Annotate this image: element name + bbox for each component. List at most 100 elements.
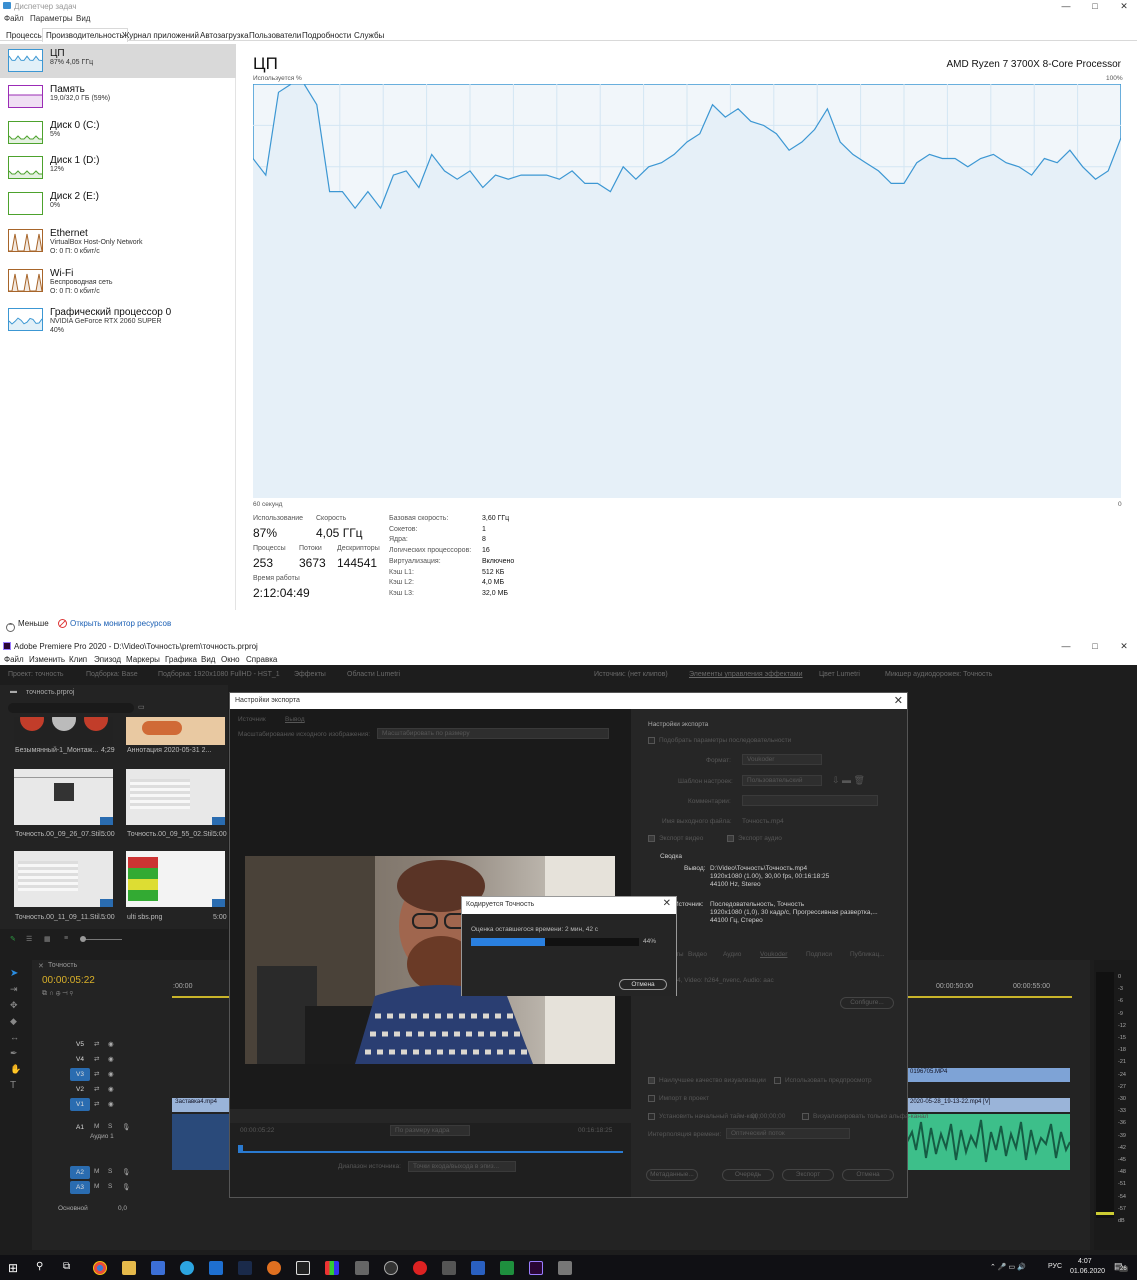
track-mute-icon[interactable]: M xyxy=(94,1183,99,1190)
use-previews-checkbox[interactable] xyxy=(774,1077,781,1084)
max-quality-checkbox[interactable] xyxy=(648,1077,655,1084)
track-select-icon[interactable]: ⇥ xyxy=(10,984,18,995)
app-icon-13[interactable] xyxy=(471,1261,485,1275)
tab-video[interactable]: Видео xyxy=(688,951,707,958)
track-mic-icon[interactable]: 🎙 xyxy=(122,1168,130,1176)
fewer-details-button[interactable]: ⌃ Меньше xyxy=(6,619,49,632)
track-sync-lock-icon[interactable]: ⇄ xyxy=(94,1085,99,1093)
track-target[interactable]: V2 xyxy=(70,1083,90,1096)
track-mic-icon[interactable]: 🎙 xyxy=(122,1123,130,1131)
track-solo-icon[interactable]: S xyxy=(108,1168,112,1175)
tab-source[interactable]: Источник xyxy=(238,716,266,723)
timeline-tab[interactable]: Точность xyxy=(48,962,77,969)
comments-input[interactable] xyxy=(742,795,878,806)
clock-time[interactable]: 4:07 xyxy=(1078,1258,1092,1265)
razor-icon[interactable]: ◆ xyxy=(10,1016,17,1027)
track-mute-icon[interactable]: M xyxy=(94,1123,99,1130)
tray-icons[interactable]: ⌃ 🎤 ▭ 🔊 xyxy=(990,1263,1026,1271)
track-eye-icon[interactable]: ◉ xyxy=(108,1100,114,1108)
match-sequence-checkbox[interactable] xyxy=(648,737,655,744)
excel-icon[interactable] xyxy=(500,1261,514,1275)
save-app-icon[interactable] xyxy=(151,1261,165,1275)
thumbnail-montage[interactable] xyxy=(14,717,113,745)
playhead[interactable] xyxy=(238,1145,243,1153)
start-timecode-checkbox[interactable] xyxy=(648,1113,655,1120)
tab-effects[interactable]: Эффекты xyxy=(294,671,326,678)
progress-cancel-button[interactable]: Отмена xyxy=(619,979,667,990)
tab-source[interactable]: Источник: (нет клипов) xyxy=(594,671,668,678)
maximize-button[interactable]: □ xyxy=(1081,640,1109,652)
menu-item[interactable]: Эпизод xyxy=(94,655,121,664)
pencil-icon[interactable]: ✎ xyxy=(10,935,16,943)
track-target[interactable]: A2 xyxy=(70,1166,90,1179)
fit-dropdown[interactable]: По размеру кадра xyxy=(390,1125,470,1136)
output-name-link[interactable]: Точность.mp4 xyxy=(742,818,784,825)
scrub-bar[interactable] xyxy=(238,1151,623,1153)
track-sync-lock-icon[interactable]: ⇄ xyxy=(94,1070,99,1078)
file-explorer-icon[interactable] xyxy=(122,1261,136,1275)
video-track-header[interactable]: V4 ⇄ ◉ xyxy=(0,1053,170,1067)
video-track-header[interactable]: V2 ⇄ ◉ xyxy=(0,1083,170,1097)
track-sync-lock-icon[interactable]: ⇄ xyxy=(94,1055,99,1063)
preset-dropdown[interactable]: Пользовательский xyxy=(742,775,822,786)
thumbnail-still-1[interactable] xyxy=(14,769,113,825)
minimize-button[interactable]: — xyxy=(1052,640,1080,652)
app-icon-6[interactable] xyxy=(267,1261,281,1275)
app-icon-10[interactable] xyxy=(384,1261,398,1275)
tab-details[interactable]: Подробности xyxy=(298,28,355,41)
menu-item[interactable]: Справка xyxy=(246,655,277,664)
thumbnail-annotation[interactable] xyxy=(126,717,225,745)
track-sync-lock-icon[interactable]: ⇄ xyxy=(94,1100,99,1108)
audio-clip-a1[interactable] xyxy=(907,1114,1070,1170)
app-icon-7[interactable] xyxy=(296,1261,310,1275)
clip-v3-right[interactable]: 0196705.MP4 xyxy=(907,1068,1070,1082)
calculator-icon[interactable] xyxy=(355,1261,369,1275)
tab-voukoder[interactable]: Voukoder xyxy=(760,951,787,958)
tab-services[interactable]: Службы xyxy=(350,28,388,41)
tab-bin-fullhd[interactable]: Подборка: 1920x1080 FullHD - HST_1 xyxy=(158,671,280,678)
tab-lumetri-color[interactable]: Цвет Lumetri xyxy=(819,671,860,678)
progress-close-icon[interactable]: ✕ xyxy=(663,898,671,909)
resource-item[interactable]: Wi-Fi Беспроводная сеть О: 0 П: 0 кбит/с xyxy=(0,264,236,298)
track-eye-icon[interactable]: ◉ xyxy=(108,1055,114,1063)
open-resource-monitor-link[interactable]: Открыть монитор ресурсов xyxy=(58,619,171,628)
video-track-header[interactable]: V5 ⇄ ◉ xyxy=(0,1038,170,1052)
menu-item[interactable]: Вид xyxy=(201,655,215,664)
track-target[interactable]: V1 xyxy=(70,1098,90,1111)
ripple-edit-icon[interactable]: ✥ xyxy=(10,1000,18,1011)
app-icon-16[interactable] xyxy=(558,1261,572,1275)
list-view-icon[interactable]: ☰ xyxy=(26,935,32,943)
resource-item[interactable]: ЦП 87% 4,05 ГГц xyxy=(0,44,236,78)
chrome-icon[interactable] xyxy=(93,1261,107,1275)
task-view-icon[interactable]: ⧉ xyxy=(63,1261,77,1275)
export-video-checkbox[interactable] xyxy=(648,835,655,842)
start-timecode-value[interactable]: 00;00;00;00 xyxy=(751,1113,785,1120)
track-eye-icon[interactable]: ◉ xyxy=(108,1070,114,1078)
audio-track-header[interactable]: A2 M S 🎙 xyxy=(0,1166,170,1180)
menu-item[interactable]: Клип xyxy=(69,655,87,664)
metadata-button[interactable]: Метаданные... xyxy=(646,1169,698,1181)
scale-dropdown[interactable]: Масштабировать по размеру xyxy=(377,728,609,739)
app-icon-4[interactable] xyxy=(209,1261,223,1275)
menu-view[interactable]: Вид xyxy=(76,14,90,23)
alpha-only-checkbox[interactable] xyxy=(802,1113,809,1120)
premiere-taskbar-icon[interactable] xyxy=(529,1261,543,1275)
track-sync-lock-icon[interactable]: ⇄ xyxy=(94,1040,99,1048)
track-target[interactable]: A1 xyxy=(70,1121,90,1134)
close-button[interactable]: ✕ xyxy=(1110,640,1137,652)
menu-item[interactable]: Файл xyxy=(4,655,24,664)
range-dropdown[interactable]: Точки входа/выхода в эпиз... xyxy=(408,1161,516,1172)
timeline-timecode[interactable]: 00:00:05:22 xyxy=(42,975,95,986)
track-eye-icon[interactable]: ◉ xyxy=(108,1040,114,1048)
thumbnail-still-3[interactable] xyxy=(14,851,113,907)
resource-item[interactable]: Память 19,0/32,0 ГБ (59%) xyxy=(0,80,236,114)
telegram-icon[interactable] xyxy=(180,1261,194,1275)
video-track-header[interactable]: V1 ⇄ ◉ xyxy=(0,1098,170,1112)
resource-item[interactable]: Графический процессор 0 NVIDIA GeForce RT… xyxy=(0,303,236,337)
timeline-close-icon[interactable]: ✕ xyxy=(38,962,44,970)
tab-audio-mixer[interactable]: Микшер аудиодорожек: Точность xyxy=(885,671,992,678)
minimize-button[interactable]: — xyxy=(1052,0,1080,12)
resource-item[interactable]: Диск 0 (C:) 5% xyxy=(0,116,236,150)
language-indicator[interactable]: РУС xyxy=(1048,1263,1062,1270)
video-track-header[interactable]: V3 ⇄ ◉ xyxy=(0,1068,170,1082)
